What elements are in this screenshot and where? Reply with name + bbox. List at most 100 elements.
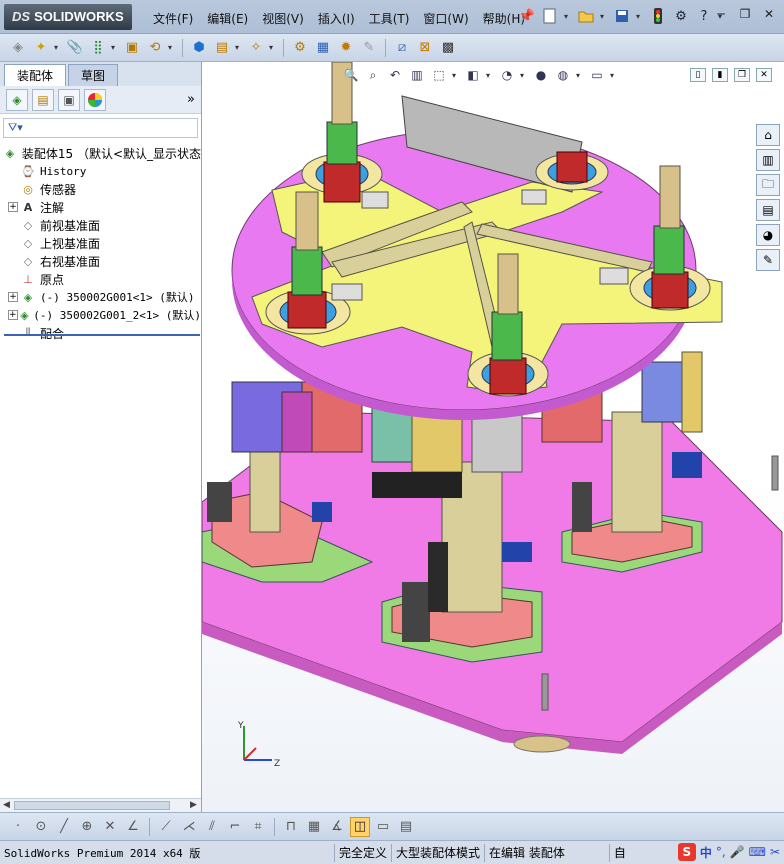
menu-file[interactable]: 文件(F)	[146, 8, 200, 29]
display-manager-icon[interactable]	[84, 88, 106, 111]
close-icon[interactable]: ✕	[760, 7, 778, 23]
line-icon[interactable]: ╱	[54, 817, 74, 837]
ime-language[interactable]: 中	[700, 844, 712, 861]
new-motion-study-icon[interactable]: ⚙	[290, 38, 310, 58]
scroll-right-icon[interactable]: ▶	[190, 800, 197, 810]
custom-properties-icon[interactable]: ✎	[756, 249, 780, 271]
dropdown-icon[interactable]: ▾	[235, 43, 243, 52]
dropdown-icon[interactable]: ▾	[452, 71, 460, 80]
appearances-icon[interactable]: ◕	[756, 224, 780, 246]
menu-tools[interactable]: 工具(T)	[362, 8, 417, 29]
corner-icon[interactable]: ⌐	[225, 817, 245, 837]
save-dropdown-icon[interactable]: ▾	[636, 12, 644, 21]
vertex-icon[interactable]: ⋌	[179, 817, 199, 837]
tree-root[interactable]: ◈ 装配体15 （默认<默认_显示状态	[0, 144, 201, 162]
view-orientation-icon[interactable]: ⬚	[430, 66, 448, 84]
minimize-icon[interactable]: ─	[712, 7, 730, 23]
open-dropdown-icon[interactable]: ▾	[600, 12, 608, 21]
section-view-icon[interactable]: ▥	[408, 66, 426, 84]
more-tabs-icon[interactable]: »	[187, 92, 195, 107]
mate-icon[interactable]: 📎	[65, 38, 85, 58]
restore-view-icon[interactable]: ❐	[734, 68, 750, 82]
new-document-icon[interactable]	[541, 7, 559, 25]
assembly-features-icon[interactable]: ▤	[212, 38, 232, 58]
relation-icon[interactable]: ∡	[327, 817, 347, 837]
expand-icon[interactable]: +	[8, 310, 18, 320]
explode-line-sketch-icon[interactable]: ✎	[359, 38, 379, 58]
apply-scene-icon[interactable]: ◍	[554, 66, 572, 84]
tree-item-component-1[interactable]: + ◈ (-) 350002G001<1> (默认)	[0, 288, 201, 306]
open-folder-icon[interactable]	[577, 7, 595, 25]
file-explorer-icon[interactable]: 🗀	[756, 174, 780, 196]
options-gear-icon[interactable]: ⚙	[672, 7, 690, 25]
polygon-icon[interactable]: ⊕	[77, 817, 97, 837]
tree-item-front-plane[interactable]: ◇ 前视基准面	[0, 216, 201, 234]
solidworks-logo[interactable]: DS SOLIDWORKS	[4, 4, 132, 30]
tree-filter[interactable]: ⛛▾	[3, 118, 198, 138]
design-library-icon[interactable]: ▥	[756, 149, 780, 171]
tree-item-component-2[interactable]: + ◈ (-) 350002G001_2<1> (默认)	[0, 306, 201, 324]
assembly-model-render[interactable]	[202, 62, 784, 812]
ime-punctuation-icon[interactable]: °,	[716, 845, 726, 859]
show-hidden-icon[interactable]: ⬢	[189, 38, 209, 58]
edge-icon[interactable]: ⟋	[156, 817, 176, 837]
exploded-view-icon[interactable]: ✹	[336, 38, 356, 58]
tree-item-right-plane[interactable]: ◇ 右视基准面	[0, 252, 201, 270]
scrollbar-thumb[interactable]	[14, 801, 170, 810]
previous-view-icon[interactable]: ↶	[386, 66, 404, 84]
menu-edit[interactable]: 编辑(E)	[200, 8, 255, 29]
table-icon[interactable]: ▤	[396, 817, 416, 837]
circle-icon[interactable]: ⊙	[31, 817, 51, 837]
two-view-icon[interactable]: ▮	[712, 68, 728, 82]
tree-item-history[interactable]: ⌚ History	[0, 162, 201, 180]
menu-view[interactable]: 视图(V)	[255, 8, 311, 29]
centerline-icon[interactable]: ⌗	[248, 817, 268, 837]
status-custom[interactable]: 自	[608, 843, 630, 862]
dropdown-icon[interactable]: ▾	[610, 71, 618, 80]
grid-icon[interactable]: ▦	[304, 817, 324, 837]
microphone-icon[interactable]: 🎤	[730, 845, 745, 859]
expand-icon[interactable]: +	[8, 292, 18, 302]
dropdown-icon[interactable]: ▾	[576, 71, 584, 80]
hatch-icon[interactable]: ⫽	[202, 817, 222, 837]
menu-insert[interactable]: 插入(I)	[311, 8, 362, 29]
home-icon[interactable]: ⌂	[756, 124, 780, 146]
dimension-icon[interactable]: ⊓	[281, 817, 301, 837]
help-icon[interactable]: ?	[695, 7, 713, 25]
graphics-area[interactable]: 🔍 ⌕ ↶ ▥ ⬚ ▾ ◧ ▾ ◔ ▾ ● ◍ ▾ ▭ ▾ ▯ ▮ ❐ ✕ ⌂ …	[202, 62, 784, 812]
dropdown-icon[interactable]: ▾	[269, 43, 277, 52]
tab-assembly[interactable]: 装配体	[4, 64, 67, 86]
new-part-icon[interactable]: ✦	[31, 38, 51, 58]
move-component-icon[interactable]: ⟲	[145, 38, 165, 58]
save-icon[interactable]	[613, 7, 631, 25]
3d-view-icon[interactable]: ◫	[350, 816, 370, 837]
clearance-verification-icon[interactable]: ⊠	[415, 38, 435, 58]
new-dropdown-icon[interactable]: ▾	[564, 12, 572, 21]
dropdown-icon[interactable]: ▾	[54, 43, 62, 52]
pin-icon[interactable]: 📌	[518, 7, 536, 25]
dropdown-icon[interactable]: ▾	[486, 71, 494, 80]
view-settings-icon[interactable]: ▭	[588, 66, 606, 84]
scroll-left-icon[interactable]: ◀	[3, 800, 10, 810]
tab-sketch[interactable]: 草图	[68, 64, 119, 86]
zoom-area-icon[interactable]: ⌕	[364, 66, 382, 84]
tree-item-top-plane[interactable]: ◇ 上视基准面	[0, 234, 201, 252]
configuration-manager-icon[interactable]: ▣	[58, 88, 80, 111]
interference-detection-icon[interactable]: ⧄	[392, 38, 412, 58]
display-style-icon[interactable]: ◧	[464, 66, 482, 84]
single-view-icon[interactable]: ▯	[690, 68, 706, 82]
insert-component-icon[interactable]: ◈	[8, 38, 28, 58]
tree-item-mates[interactable]: ⫴ 配合	[0, 324, 201, 342]
expand-icon[interactable]: +	[8, 202, 18, 212]
bill-of-materials-icon[interactable]: ▦	[313, 38, 333, 58]
point-icon[interactable]: ·	[8, 817, 28, 837]
smart-fasteners-icon[interactable]: ▣	[122, 38, 142, 58]
linear-pattern-icon[interactable]: ⣿	[88, 38, 108, 58]
tree-item-origin[interactable]: ⊥ 原点	[0, 270, 201, 288]
zoom-to-fit-icon[interactable]: 🔍	[342, 66, 360, 84]
filter-icon[interactable]: ⛛▾	[8, 121, 23, 135]
hide-show-items-icon[interactable]: ◔	[498, 66, 516, 84]
menu-window[interactable]: 窗口(W)	[416, 8, 475, 29]
rollback-bar[interactable]	[4, 334, 200, 336]
display-panel-icon[interactable]: ▭	[373, 817, 393, 837]
